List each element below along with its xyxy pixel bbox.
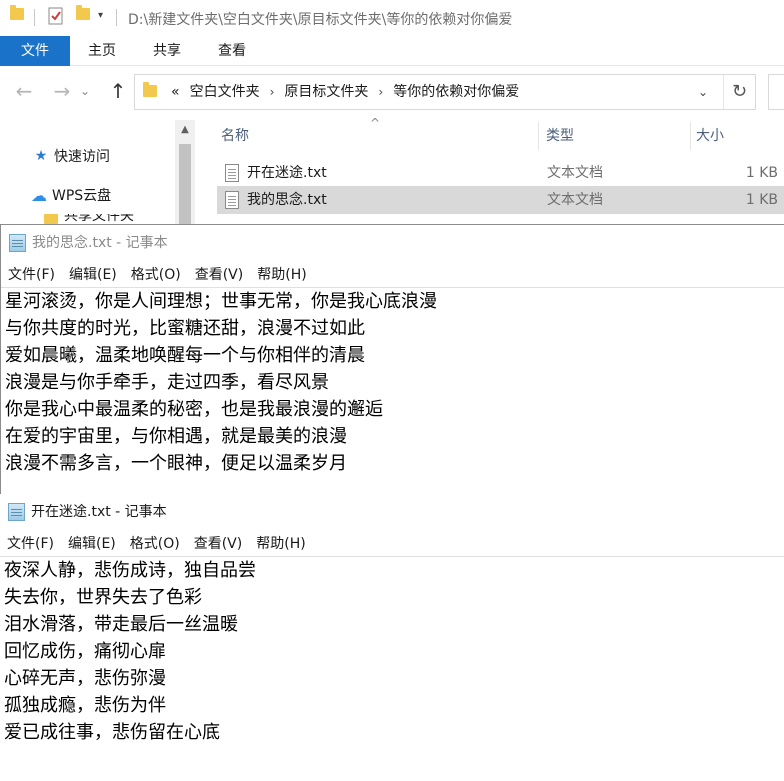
address-dropdown-icon[interactable]: ⌄ bbox=[691, 75, 715, 109]
notepad-window-1: 我的思念.txt - 记事本 文件(F) 编辑(E) 格式(O) 查看(V) 帮… bbox=[0, 224, 784, 495]
text-line: 与你共度的时光，比蜜糖还甜，浪漫不过如此 bbox=[5, 318, 365, 339]
text-line: 爱已成往事，悲伤留在心底 bbox=[4, 722, 220, 743]
scroll-up-icon[interactable]: ▲ bbox=[175, 120, 195, 140]
tab-home[interactable]: 主页 bbox=[72, 36, 132, 66]
tab-file[interactable]: 文件 bbox=[0, 36, 70, 66]
nav-item-label: 快速访问 bbox=[54, 149, 110, 165]
file-size: 1 KB bbox=[745, 165, 778, 181]
customize-quick-access-icon[interactable]: ▾ bbox=[98, 10, 103, 21]
file-row[interactable]: 开在迷途.txt 文本文档 1 KB bbox=[217, 159, 784, 187]
window-title-path: D:\新建文件夹\空白文件夹\原目标文件夹\等你的依赖对你偏爱 bbox=[128, 12, 513, 28]
menu-bar: 文件(F) 编辑(E) 格式(O) 查看(V) 帮助(H) bbox=[0, 532, 784, 556]
menu-help[interactable]: 帮助(H) bbox=[249, 532, 312, 556]
back-arrow-icon[interactable]: ← bbox=[12, 80, 36, 104]
notepad-icon bbox=[8, 503, 25, 521]
file-size: 1 KB bbox=[745, 192, 778, 208]
window-title: 开在迷途.txt - 记事本 bbox=[31, 504, 167, 520]
chevron-right-icon[interactable]: › bbox=[270, 75, 275, 109]
tab-view[interactable]: 查看 bbox=[202, 36, 262, 66]
file-list: ^ 名称 类型 大小 开在迷途.txt 文本文档 1 KB 我的思念.txt 文… bbox=[200, 116, 784, 224]
navigation-bar: ← → ⌄ ↑ « 空白文件夹 › 原目标文件夹 › 等你的依赖对你偏爱 ⌄ ↻ bbox=[0, 70, 784, 114]
text-line: 回忆成伤，痛彻心扉 bbox=[4, 641, 166, 662]
menu-format[interactable]: 格式(O) bbox=[124, 263, 188, 287]
nav-pane-scrollbar[interactable]: ▲ bbox=[175, 120, 195, 224]
nav-item-label: 共享文件夹 bbox=[64, 214, 134, 224]
text-editor[interactable]: 夜深人静，悲伤成诗，独自品尝 失去你，世界失去了色彩 泪水滑落，带走最后一丝温暖… bbox=[0, 556, 784, 746]
text-line: 失去你，世界失去了色彩 bbox=[4, 587, 202, 608]
nav-item-wps-cloud[interactable]: ☁ WPS云盘 bbox=[30, 185, 111, 205]
file-explorer-window: ▾ D:\新建文件夹\空白文件夹\原目标文件夹\等你的依赖对你偏爱 文件 主页 … bbox=[0, 0, 784, 224]
menu-file[interactable]: 文件(F) bbox=[0, 532, 61, 556]
folder-icon bbox=[42, 214, 60, 224]
file-type: 文本文档 bbox=[547, 192, 603, 208]
file-row-selected[interactable]: 我的思念.txt 文本文档 1 KB bbox=[217, 186, 784, 214]
new-folder-icon[interactable] bbox=[76, 5, 90, 20]
menu-edit[interactable]: 编辑(E) bbox=[61, 532, 123, 556]
file-type: 文本文档 bbox=[547, 165, 603, 181]
cloud-icon: ☁ bbox=[31, 185, 47, 205]
text-line: 你是我心中最温柔的秘密，也是我最浪漫的邂逅 bbox=[5, 399, 383, 420]
breadcrumb-item-blank-folder[interactable]: 空白文件夹 bbox=[190, 75, 260, 109]
tab-share[interactable]: 共享 bbox=[138, 36, 196, 66]
menu-view[interactable]: 查看(V) bbox=[187, 532, 250, 556]
navigation-pane: ★ 快速访问 ☁ WPS云盘 共享文件夹 bbox=[0, 118, 195, 224]
menu-edit[interactable]: 编辑(E) bbox=[62, 263, 124, 287]
nav-item-shared-folder[interactable]: 共享文件夹 bbox=[42, 214, 134, 224]
text-line: 心碎无声，悲伤弥漫 bbox=[4, 668, 166, 689]
nav-item-label: WPS云盘 bbox=[52, 188, 112, 204]
scrollbar-thumb[interactable] bbox=[179, 144, 191, 224]
text-line: 星河滚烫，你是人间理想；世事无常，你是我心底浪漫 bbox=[5, 291, 437, 312]
up-arrow-icon[interactable]: ↑ bbox=[106, 80, 130, 104]
search-input[interactable] bbox=[768, 74, 784, 110]
sort-ascending-icon: ^ bbox=[370, 116, 381, 130]
properties-icon[interactable] bbox=[48, 7, 64, 25]
text-line: 浪漫是与你手牵手，走过四季，看尽风景 bbox=[5, 372, 329, 393]
forward-arrow-icon[interactable]: → bbox=[50, 80, 74, 104]
refresh-icon[interactable]: ↻ bbox=[723, 75, 755, 109]
notepad-title-bar: 开在迷途.txt - 记事本 bbox=[8, 502, 167, 522]
menu-view[interactable]: 查看(V) bbox=[188, 263, 251, 287]
text-file-icon bbox=[225, 191, 239, 209]
text-line: 爱如晨曦，温柔地唤醒每一个与你相伴的清晨 bbox=[5, 345, 365, 366]
file-name: 开在迷途.txt bbox=[247, 165, 327, 181]
breadcrumb: « 空白文件夹 › 原目标文件夹 › 等你的依赖对你偏爱 bbox=[143, 75, 519, 109]
text-line: 孤独成瘾，悲伤为伴 bbox=[4, 695, 166, 716]
column-header-size[interactable]: 大小 bbox=[696, 118, 724, 154]
menu-format[interactable]: 格式(O) bbox=[123, 532, 187, 556]
menu-file[interactable]: 文件(F) bbox=[1, 263, 62, 287]
notepad-title-bar: 我的思念.txt - 记事本 bbox=[9, 233, 168, 253]
file-name: 我的思念.txt bbox=[247, 192, 327, 208]
nav-item-quick-access[interactable]: ★ 快速访问 bbox=[32, 146, 110, 166]
column-header-name[interactable]: 名称 bbox=[221, 118, 249, 154]
ribbon-tabs: 文件 主页 共享 查看 bbox=[0, 36, 784, 66]
menu-bar: 文件(F) 编辑(E) 格式(O) 查看(V) 帮助(H) bbox=[1, 263, 784, 287]
title-bar: ▾ D:\新建文件夹\空白文件夹\原目标文件夹\等你的依赖对你偏爱 bbox=[0, 0, 784, 35]
address-bar[interactable]: « 空白文件夹 › 原目标文件夹 › 等你的依赖对你偏爱 ⌄ ↻ bbox=[134, 74, 756, 110]
text-line: 浪漫不需多言，一个眼神，便足以温柔岁月 bbox=[5, 453, 347, 474]
column-header-type[interactable]: 类型 bbox=[546, 118, 574, 154]
text-line: 夜深人静，悲伤成诗，独自品尝 bbox=[4, 560, 256, 581]
folder-icon bbox=[143, 76, 157, 110]
breadcrumb-item-original-target-folder[interactable]: 原目标文件夹 bbox=[284, 75, 368, 109]
text-editor[interactable]: 星河滚烫，你是人间理想；世事无常，你是我心底浪漫 与你共度的时光，比蜜糖还甜，浪… bbox=[1, 287, 784, 477]
notepad-window-2: 开在迷途.txt - 记事本 文件(F) 编辑(E) 格式(O) 查看(V) 帮… bbox=[0, 494, 784, 781]
breadcrumb-item-current-folder[interactable]: 等你的依赖对你偏爱 bbox=[393, 75, 519, 109]
text-line: 在爱的宇宙里，与你相遇，就是最美的浪漫 bbox=[5, 426, 347, 447]
window-title: 我的思念.txt - 记事本 bbox=[32, 235, 168, 251]
text-file-icon bbox=[225, 164, 239, 182]
recent-locations-icon[interactable]: ⌄ bbox=[80, 80, 90, 104]
folder-icon bbox=[10, 5, 24, 20]
menu-help[interactable]: 帮助(H) bbox=[250, 263, 313, 287]
notepad-icon bbox=[9, 234, 26, 252]
star-icon: ★ bbox=[34, 148, 48, 164]
chevron-right-icon[interactable]: › bbox=[378, 75, 383, 109]
breadcrumb-overflow[interactable]: « bbox=[171, 75, 180, 109]
text-line: 泪水滑落，带走最后一丝温暖 bbox=[4, 614, 238, 635]
